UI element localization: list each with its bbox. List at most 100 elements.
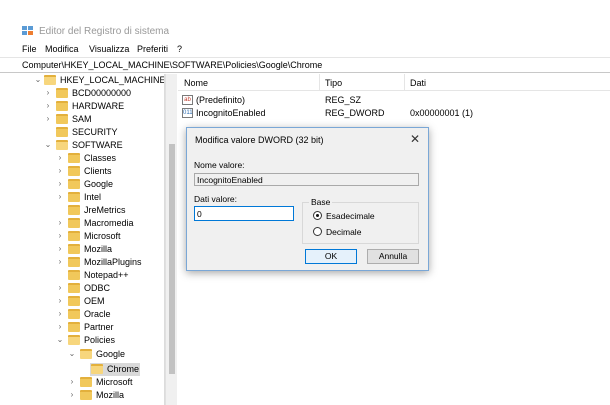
tree-node-label: Google (84, 179, 114, 189)
tree-node-label: Mozilla (84, 244, 113, 254)
list-item[interactable]: 011 IncognitoEnabled REG_DWORD 0x0000000… (178, 107, 610, 120)
folder-icon (56, 140, 68, 150)
chevron-right-icon[interactable]: › (56, 283, 64, 292)
list-item[interactable]: ab (Predefinito) REG_SZ (178, 94, 610, 107)
chevron-right-icon[interactable]: › (56, 218, 64, 227)
folder-icon (80, 390, 92, 400)
folder-icon (68, 205, 80, 215)
value-data-input[interactable]: 0 (194, 206, 294, 221)
tree-node-label: Notepad++ (84, 270, 129, 280)
ok-button[interactable]: OK (305, 249, 357, 264)
folder-icon (68, 218, 80, 228)
column-divider[interactable] (319, 74, 320, 91)
registry-editor-icon (22, 26, 33, 35)
registry-tree[interactable]: ⌄ HKEY_LOCAL_MACHINE › BCD00000000 › HAR… (0, 74, 165, 405)
folder-icon (56, 114, 68, 124)
tree-node-label: Mozilla (96, 390, 125, 400)
value-name-field: IncognitoEnabled (194, 173, 419, 186)
column-header-dati[interactable]: Dati (410, 78, 426, 88)
window-title: Editor del Registro di sistema (39, 26, 170, 37)
menu-visualizza[interactable]: Visualizza (89, 44, 129, 54)
folder-icon (68, 179, 80, 189)
chevron-right-icon[interactable]: › (56, 179, 64, 188)
folder-icon (80, 377, 92, 387)
chevron-right-icon[interactable]: › (56, 322, 64, 331)
menu-modifica[interactable]: Modifica (45, 44, 79, 54)
dialog-body: Nome valore: IncognitoEnabled Dati valor… (187, 150, 428, 270)
column-header-tipo[interactable]: Tipo (325, 78, 342, 88)
registry-editor-window: Editor del Registro di sistema File Modi… (0, 0, 610, 405)
tree-node-label: Clients (84, 166, 112, 176)
radio-decimal[interactable] (313, 227, 322, 236)
tree-node-label: Microsoft (96, 377, 133, 387)
tree-node-label: Classes (84, 153, 117, 163)
folder-icon (68, 257, 80, 267)
chevron-right-icon[interactable]: › (56, 244, 64, 253)
tree-node-label: Macromedia (84, 218, 134, 228)
tree-node-label: Oracle (84, 309, 111, 319)
tree-node-label: ODBC (84, 283, 111, 293)
folder-icon (91, 364, 103, 374)
folder-icon (56, 88, 68, 98)
title-bar: Editor del Registro di sistema (0, 0, 515, 41)
tree-node-label: MozillaPlugins (84, 257, 142, 267)
edit-dword-dialog: Modifica valore DWORD (32 bit) ✕ Nome va… (186, 127, 429, 271)
tree-node-label: Chrome (107, 364, 140, 374)
close-icon[interactable]: ✕ (410, 132, 420, 146)
tree-node-label: Intel (84, 192, 102, 202)
menu-help[interactable]: ? (177, 44, 182, 54)
menu-file[interactable]: File (22, 44, 37, 54)
tree-node-label: HKEY_LOCAL_MACHINE (60, 75, 165, 85)
address-bar[interactable]: Computer\HKEY_LOCAL_MACHINE\SOFTWARE\Pol… (0, 58, 610, 73)
chevron-right-icon[interactable]: › (56, 192, 64, 201)
value-data-label: Dati valore: (194, 194, 237, 204)
folder-icon (44, 75, 56, 85)
chevron-down-icon[interactable]: ⌄ (34, 75, 42, 84)
radio-decimal-label[interactable]: Decimale (326, 227, 361, 237)
folder-icon (68, 283, 80, 293)
chevron-down-icon[interactable]: ⌄ (68, 349, 76, 358)
chevron-right-icon[interactable]: › (56, 296, 64, 305)
chevron-right-icon[interactable]: › (68, 377, 76, 386)
folder-icon (68, 244, 80, 254)
chevron-right-icon[interactable]: › (56, 231, 64, 240)
base-groupbox: Base Esadecimale Decimale (302, 197, 419, 244)
menu-preferiti[interactable]: Preferiti (137, 44, 168, 54)
tree-node-label: HARDWARE (72, 101, 125, 111)
cancel-button[interactable]: Annulla (367, 249, 419, 264)
folder-icon (80, 349, 92, 359)
folder-icon (68, 322, 80, 332)
folder-icon (68, 166, 80, 176)
string-value-icon: ab (182, 95, 193, 105)
folder-icon (68, 309, 80, 319)
folder-icon (56, 127, 68, 137)
chevron-right-icon[interactable]: › (56, 309, 64, 318)
chevron-right-icon[interactable]: › (68, 390, 76, 399)
tree-node-label: SOFTWARE (72, 140, 123, 150)
chevron-down-icon[interactable]: ⌄ (56, 335, 64, 344)
value-name-label: Nome valore: (194, 160, 245, 170)
menu-bar: File Modifica Visualizza Preferiti ? (0, 41, 610, 58)
radio-hexadecimal-label[interactable]: Esadecimale (326, 211, 375, 221)
tree-node-label: SAM (72, 114, 92, 124)
chevron-right-icon[interactable]: › (56, 257, 64, 266)
value-name: IncognitoEnabled (196, 108, 266, 118)
tree-node-label: Microsoft (84, 231, 121, 241)
chevron-right-icon[interactable]: › (44, 88, 52, 97)
radio-hexadecimal[interactable] (313, 211, 322, 220)
chevron-down-icon[interactable]: ⌄ (44, 140, 52, 149)
column-header-nome[interactable]: Nome (184, 78, 208, 88)
chevron-right-icon[interactable]: › (44, 114, 52, 123)
tree-node-label: Partner (84, 322, 114, 332)
tree-scrollbar[interactable] (165, 74, 177, 405)
column-divider[interactable] (404, 74, 405, 91)
value-name: (Predefinito) (196, 95, 246, 105)
value-data: 0x00000001 (1) (410, 108, 474, 118)
tree-scrollbar-thumb[interactable] (169, 144, 175, 374)
chevron-right-icon[interactable]: › (56, 166, 64, 175)
folder-icon (68, 153, 80, 163)
chevron-right-icon[interactable]: › (56, 153, 64, 162)
folder-icon (68, 192, 80, 202)
binary-value-icon: 011 (182, 108, 193, 118)
chevron-right-icon[interactable]: › (44, 101, 52, 110)
